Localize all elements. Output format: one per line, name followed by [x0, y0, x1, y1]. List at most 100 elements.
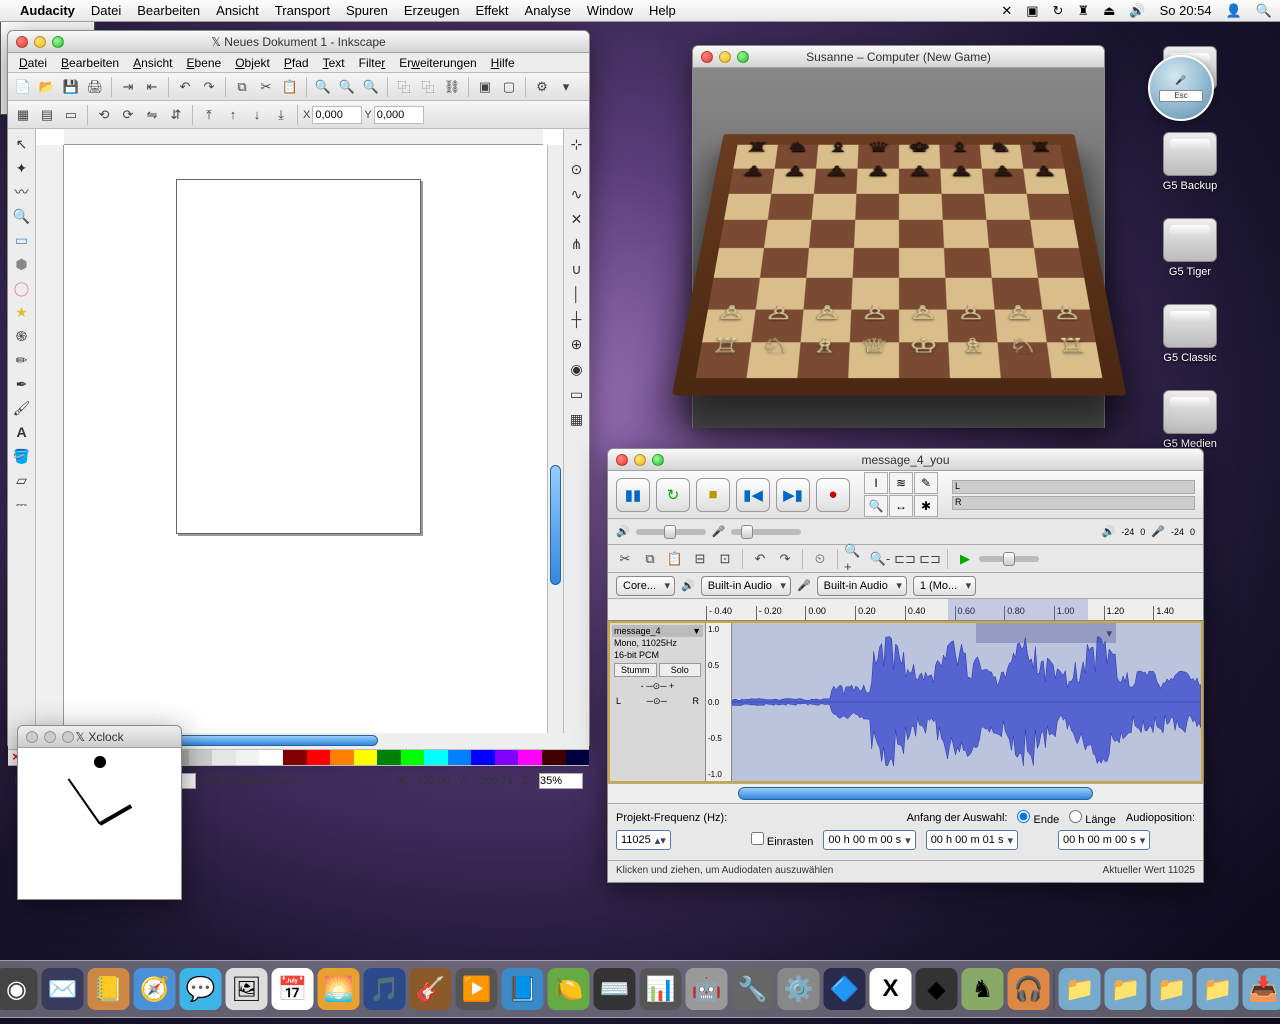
folder-icon[interactable]: 📁	[1151, 968, 1193, 1010]
snap-page-icon[interactable]: ▭	[566, 383, 588, 405]
menu-erzeugen[interactable]: Erzeugen	[404, 3, 460, 18]
menu-analyse[interactable]: Analyse	[525, 3, 571, 18]
ink-menu-text[interactable]: Text	[318, 56, 350, 70]
length-radio[interactable]: Länge	[1069, 810, 1116, 826]
menu-datei[interactable]: Datei	[91, 3, 121, 18]
close-button[interactable]	[26, 731, 38, 743]
snap-path-icon[interactable]: ∿	[566, 183, 588, 205]
input-device-select[interactable]: Built-in Audio	[817, 576, 907, 596]
ichat-icon[interactable]: 💬	[180, 968, 222, 1010]
output-slider[interactable]	[636, 529, 706, 535]
xml-icon[interactable]: ⚙	[531, 76, 553, 98]
inkscape-canvas[interactable]	[36, 129, 563, 733]
fit-sel-icon[interactable]: ⊏⊐	[894, 548, 916, 570]
menu-window[interactable]: Window	[587, 3, 633, 18]
end-radio[interactable]: Ende	[1017, 810, 1059, 826]
bucket-tool-icon[interactable]: 🪣	[11, 445, 33, 467]
terminal-icon[interactable]: ⌨️	[594, 968, 636, 1010]
selector-tool-icon[interactable]: ↖	[11, 133, 33, 155]
minimize-button[interactable]	[719, 51, 731, 63]
cut-icon[interactable]: ✂	[614, 548, 636, 570]
redo-icon[interactable]: ↷	[198, 76, 220, 98]
select-layer-icon[interactable]: ▤	[36, 104, 58, 126]
skip-end-button[interactable]: ▶▮	[776, 478, 810, 512]
undo-icon[interactable]: ↶	[174, 76, 196, 98]
zoom-sel-icon[interactable]: 🔍	[312, 76, 334, 98]
ink-menu-pfad[interactable]: Pfad	[279, 56, 314, 70]
ical-icon[interactable]: 📅	[272, 968, 314, 1010]
connector-tool-icon[interactable]: ⎓	[11, 493, 33, 515]
utility-icon[interactable]: 🔧	[732, 968, 774, 1010]
inkscape-titlebar[interactable]: 𝕏 Neues Dokument 1 - Inkscape	[8, 31, 589, 53]
horizontal-scrollbar[interactable]	[608, 783, 1203, 803]
tray-eject-icon[interactable]: ⏏	[1103, 3, 1115, 19]
limewire-icon[interactable]: 🍋	[548, 968, 590, 1010]
node-tool-icon[interactable]: ✦	[11, 157, 33, 179]
tweak-tool-icon[interactable]: 〰	[11, 181, 33, 203]
snap-checkbox[interactable]: Einrasten	[751, 832, 814, 848]
silence-icon[interactable]: ⊡	[714, 548, 736, 570]
tray-castle-icon[interactable]: ♜	[1077, 3, 1089, 19]
close-button[interactable]	[16, 36, 28, 48]
mail-icon[interactable]: ✉️	[42, 968, 84, 1010]
flip-v-icon[interactable]: ⇵	[165, 104, 187, 126]
menu-ansicht[interactable]: Ansicht	[216, 3, 259, 18]
new-icon[interactable]: 📄	[12, 76, 34, 98]
folder-icon[interactable]: 📁	[1197, 968, 1239, 1010]
menu-spuren[interactable]: Spuren	[346, 3, 388, 18]
chess-dock-icon[interactable]: ♞	[962, 968, 1004, 1010]
import-icon[interactable]: ⇥	[117, 76, 139, 98]
clone-icon[interactable]: ⿻	[417, 76, 439, 98]
playback-meter[interactable]: L	[952, 480, 1195, 494]
sync-icon[interactable]: ⏲	[809, 548, 831, 570]
desktop-drive-backup[interactable]: G5 Backup	[1150, 132, 1230, 192]
itunes-icon[interactable]: 🎵	[364, 968, 406, 1010]
ink-menu-erweiterungen[interactable]: Erweiterungen	[394, 56, 481, 70]
track-name[interactable]: message_4	[614, 626, 661, 636]
output-device-select[interactable]: Built-in Audio	[701, 576, 791, 596]
speed-slider[interactable]	[979, 556, 1039, 562]
skip-start-button[interactable]: ▮◀	[736, 478, 770, 512]
x11-icon[interactable]: X	[870, 968, 912, 1010]
addressbook-icon[interactable]: 📒	[88, 968, 130, 1010]
mute-button[interactable]: Stumm	[614, 663, 657, 677]
zoom-button[interactable]	[52, 36, 64, 48]
cut-icon[interactable]: ✂	[255, 76, 277, 98]
snap-rot-icon[interactable]: ◉	[566, 358, 588, 380]
paste-icon[interactable]: 📋	[279, 76, 301, 98]
spotlight-icon[interactable]: 🔍	[1256, 3, 1272, 19]
stop-button[interactable]: ■	[696, 478, 730, 512]
paste-icon[interactable]: 📋	[664, 548, 686, 570]
close-button[interactable]	[616, 454, 628, 466]
redo-icon[interactable]: ↷	[774, 548, 796, 570]
snap-icon[interactable]: ⊹	[566, 133, 588, 155]
activity-icon[interactable]: 📊	[640, 968, 682, 1010]
group-icon[interactable]: ▣	[474, 76, 496, 98]
automator-icon[interactable]: 🤖	[686, 968, 728, 1010]
envelope-tool-icon[interactable]: ≋	[889, 472, 913, 494]
dashboard-icon[interactable]: ◉	[0, 968, 38, 1010]
desktop-drive-medien[interactable]: G5 Medien	[1150, 390, 1230, 450]
app-icon[interactable]: 📘	[502, 968, 544, 1010]
snap-mid-icon[interactable]: ┼	[566, 308, 588, 330]
ungroup-icon[interactable]: ▢	[498, 76, 520, 98]
raise-icon[interactable]: ↑	[222, 104, 244, 126]
iphoto-icon[interactable]: 🌅	[318, 968, 360, 1010]
flip-h-icon[interactable]: ⇋	[141, 104, 163, 126]
copy-icon[interactable]: ⧉	[639, 548, 661, 570]
snap-smooth-icon[interactable]: ∪	[566, 258, 588, 280]
tray-timemachine-icon[interactable]: ↻	[1053, 3, 1064, 19]
record-meter[interactable]: R	[952, 496, 1195, 510]
zoom-button[interactable]	[62, 731, 74, 743]
menu-bearbeiten[interactable]: Bearbeiten	[137, 3, 200, 18]
star-tool-icon[interactable]: ★	[11, 301, 33, 323]
snap-grid-icon[interactable]: ▦	[566, 408, 588, 430]
play-at-speed-icon[interactable]: ▶	[954, 548, 976, 570]
waveform-area[interactable]: 1.00.50.0-0.5-1.0	[706, 623, 1201, 781]
x-input[interactable]	[312, 106, 362, 124]
track-header[interactable]: message_4▼ Mono, 11025Hz 16-bit PCM Stum…	[610, 623, 706, 781]
ink-menu-ansicht[interactable]: Ansicht	[128, 56, 177, 70]
deselect-icon[interactable]: ▭	[60, 104, 82, 126]
snap-center-icon[interactable]: ⊕	[566, 333, 588, 355]
play-button[interactable]: ↻	[656, 478, 690, 512]
